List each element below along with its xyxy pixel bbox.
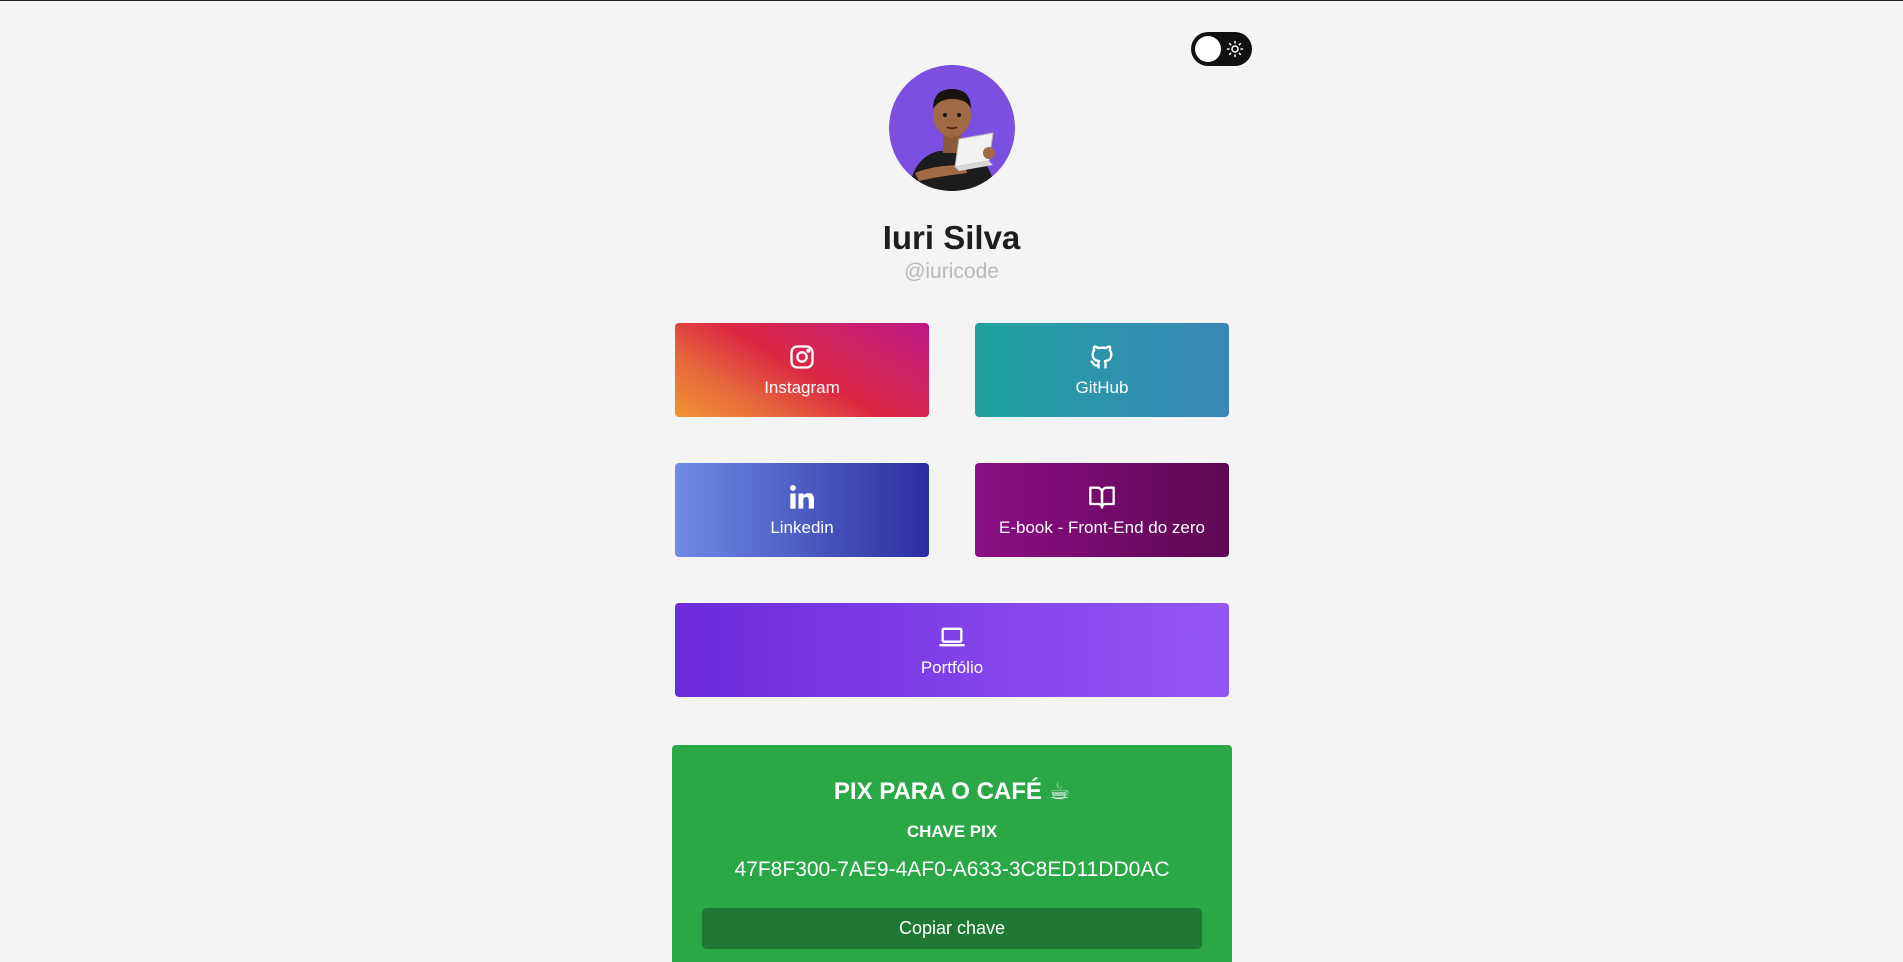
link-label: Linkedin bbox=[770, 518, 834, 537]
book-icon bbox=[1087, 482, 1117, 512]
profile-name: Iuri Silva bbox=[882, 219, 1021, 256]
laptop-icon bbox=[937, 622, 967, 652]
avatar-illustration bbox=[909, 89, 995, 191]
link-label: Portfólio bbox=[920, 658, 984, 677]
linkedin-icon bbox=[787, 482, 817, 512]
avatar bbox=[889, 65, 1015, 191]
link-label: E-book - Front-End do zero bbox=[999, 518, 1205, 537]
profile-handle: @iuricode bbox=[904, 260, 999, 283]
pix-card: PIX PARA O CAFÉ ☕ CHAVE PIX 47F8F300-7AE… bbox=[672, 745, 1232, 962]
toggle-knob bbox=[1195, 36, 1221, 62]
pix-key: 47F8F300-7AE9-4AF0-A633-3C8ED11DD0AC bbox=[734, 858, 1170, 881]
link-label: Instagram bbox=[764, 378, 840, 397]
linkedin-link[interactable]: Linkedin bbox=[675, 463, 929, 557]
portfolio-link[interactable]: Portfólio bbox=[675, 603, 1229, 697]
theme-toggle[interactable] bbox=[1191, 32, 1252, 66]
pix-title: PIX PARA O CAFÉ ☕ bbox=[833, 778, 1071, 805]
instagram-icon bbox=[787, 342, 817, 372]
pix-subtitle: CHAVE PIX bbox=[906, 822, 998, 841]
sun-icon bbox=[1226, 40, 1244, 58]
github-icon bbox=[1087, 342, 1117, 372]
link-label: GitHub bbox=[1075, 378, 1129, 397]
instagram-link[interactable]: Instagram bbox=[675, 323, 929, 417]
ebook-link[interactable]: E-book - Front-End do zero bbox=[975, 463, 1229, 557]
github-link[interactable]: GitHub bbox=[975, 323, 1229, 417]
copy-key-button[interactable]: Copiar chave bbox=[702, 908, 1202, 949]
